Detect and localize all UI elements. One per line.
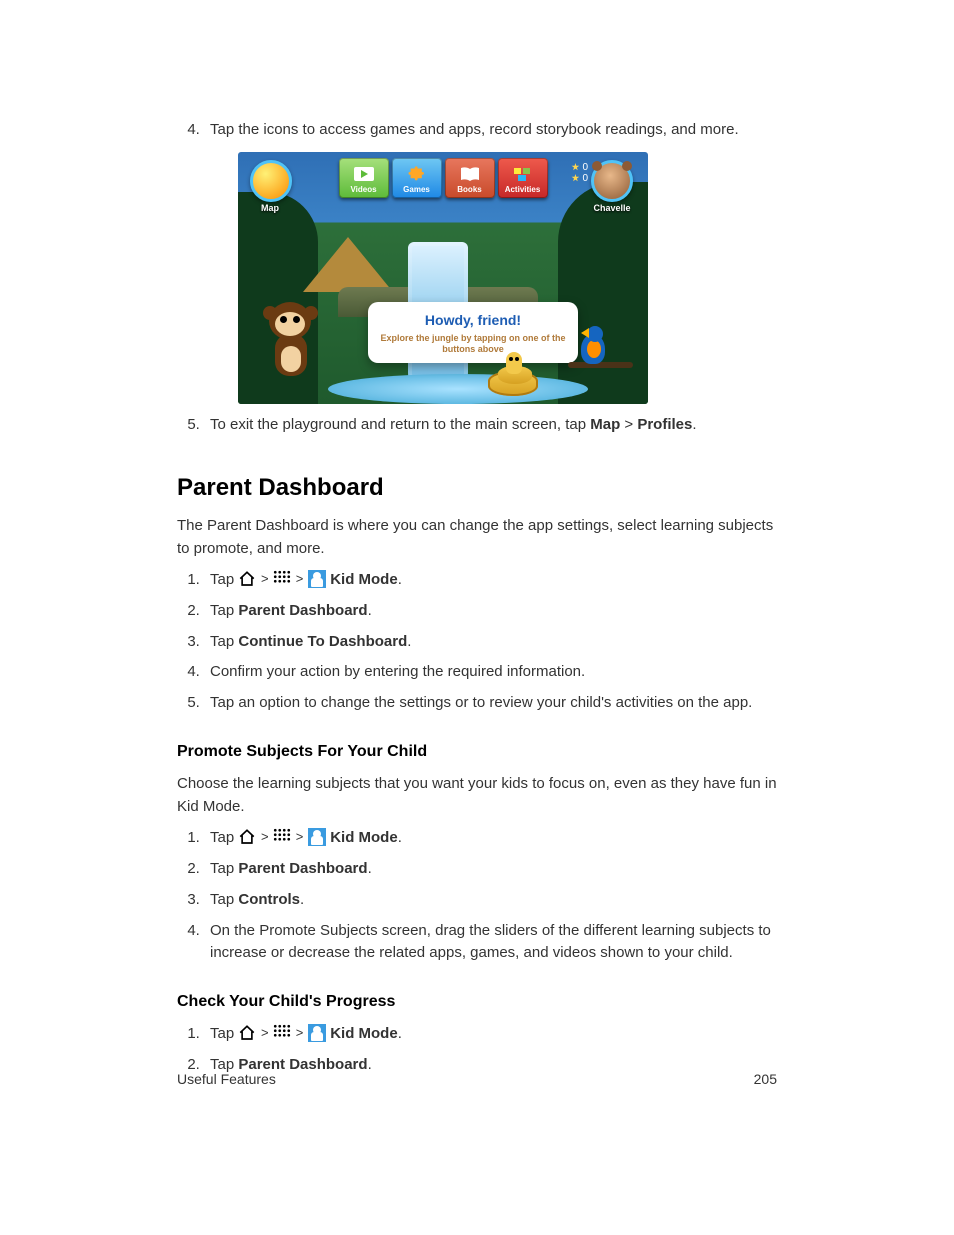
chevron-right-icon: >: [257, 829, 272, 844]
home-icon: [238, 570, 256, 588]
star-icon: [571, 163, 579, 171]
list-item: Tap the icons to access games and apps, …: [204, 119, 777, 404]
chevron-right-icon: >: [257, 571, 272, 586]
kidmode-icon: [308, 570, 326, 588]
list-item: Tap Parent Dashboard.: [204, 858, 777, 881]
profile-name: Chavelle: [588, 202, 636, 216]
page-content: Tap the icons to access games and apps, …: [87, 119, 867, 1076]
star-icon: [571, 174, 579, 182]
step-text: To exit the playground and return to the…: [210, 416, 590, 433]
snake-character: [488, 341, 538, 396]
step-text: Confirm your action by entering the requ…: [210, 663, 585, 680]
list-item: Tap an option to change the settings or …: [204, 692, 777, 715]
list-item: Confirm your action by entering the requ…: [204, 661, 777, 684]
blocks-icon: [511, 165, 535, 183]
tab-label: Activities: [505, 184, 541, 196]
kidmode-label: Kid Mode: [330, 571, 398, 588]
step-text: Tap an option to change the settings or …: [210, 694, 752, 711]
monkey-avatar-icon: [591, 160, 633, 202]
step-post: .: [398, 571, 402, 588]
profile-button[interactable]: Chavelle: [588, 160, 636, 216]
books-tab[interactable]: Books: [445, 158, 495, 198]
chevron-right-icon: >: [292, 1025, 307, 1040]
tap-label: Tap: [210, 829, 238, 846]
tap-label: Tap: [210, 1025, 238, 1042]
step-bold: Parent Dashboard: [238, 860, 367, 877]
tab-label: Games: [403, 184, 430, 196]
list-item: Tap > > Kid Mode.: [204, 827, 777, 850]
step-text: Tap: [210, 633, 238, 650]
footer-page: 205: [754, 1069, 777, 1090]
kidmode-label: Kid Mode: [330, 829, 398, 846]
promote-subjects-intro: Choose the learning subjects that you wa…: [177, 773, 777, 818]
kidmode-label: Kid Mode: [330, 1025, 398, 1042]
list-item: To exit the playground and return to the…: [204, 414, 777, 437]
separator: >: [620, 416, 637, 433]
step-post: .: [300, 891, 304, 908]
apps-grid-icon: [273, 570, 291, 588]
apps-grid-icon: [273, 1024, 291, 1042]
step-bold: Controls: [238, 891, 300, 908]
score-panel: 0 0: [571, 162, 588, 184]
promote-subjects-steps: Tap > > Kid Mode.Tap Parent Dashboard.Ta…: [177, 827, 777, 964]
videos-tab[interactable]: Videos: [339, 158, 389, 198]
step-post: .: [692, 416, 696, 433]
step-text: Tap: [210, 602, 238, 619]
list-item: Tap > > Kid Mode.: [204, 569, 777, 592]
parent-dashboard-steps: Tap > > Kid Mode.Tap Parent Dashboard.Ta…: [177, 569, 777, 715]
intro-steps-list: Tap the icons to access games and apps, …: [177, 119, 777, 436]
activities-tab[interactable]: Activities: [498, 158, 548, 198]
step-text: Tap the icons to access games and apps, …: [210, 121, 739, 138]
step-text: Tap: [210, 891, 238, 908]
tab-label: Books: [457, 184, 481, 196]
bubble-text: Explore the jungle by tapping on one of …: [378, 333, 568, 356]
tap-label: Tap: [210, 571, 238, 588]
book-icon: [458, 165, 482, 183]
promote-subjects-heading: Promote Subjects For Your Child: [177, 740, 777, 764]
chevron-right-icon: >: [257, 1025, 272, 1040]
list-item: Tap Parent Dashboard.: [204, 600, 777, 623]
games-tab[interactable]: Games: [392, 158, 442, 198]
parent-dashboard-intro: The Parent Dashboard is where you can ch…: [177, 515, 777, 560]
check-progress-steps: Tap > > Kid Mode.Tap Parent Dashboard.: [177, 1023, 777, 1076]
chevron-right-icon: >: [292, 829, 307, 844]
profiles-bold: Profiles: [637, 416, 692, 433]
check-progress-heading: Check Your Child's Progress: [177, 990, 777, 1014]
step-bold: Continue To Dashboard: [238, 633, 407, 650]
document-page: Tap the icons to access games and apps, …: [87, 0, 867, 1135]
list-item: Tap Controls.: [204, 889, 777, 912]
footer-section: Useful Features: [177, 1069, 276, 1090]
step-post: .: [368, 602, 372, 619]
map-label: Map: [250, 202, 290, 216]
home-icon: [238, 828, 256, 846]
step-text: On the Promote Subjects screen, drag the…: [210, 922, 771, 962]
welcome-bubble: Howdy, friend! Explore the jungle by tap…: [368, 302, 578, 364]
kidmode-icon: [308, 828, 326, 846]
step-text: Tap: [210, 860, 238, 877]
chevron-right-icon: >: [292, 571, 307, 586]
tab-label: Videos: [350, 184, 376, 196]
apps-grid-icon: [273, 828, 291, 846]
step-bold: Parent Dashboard: [238, 602, 367, 619]
map-bold: Map: [590, 416, 620, 433]
list-item: Tap Continue To Dashboard.: [204, 631, 777, 654]
home-icon: [238, 1024, 256, 1042]
step-post: .: [407, 633, 411, 650]
parent-dashboard-heading: Parent Dashboard: [177, 470, 777, 506]
step-post: .: [368, 860, 372, 877]
step-post: .: [398, 829, 402, 846]
page-footer: Useful Features 205: [177, 1069, 777, 1090]
list-item: On the Promote Subjects screen, drag the…: [204, 920, 777, 965]
kidmode-screenshot: Map Videos Games Books: [238, 152, 648, 404]
monkey-character: [253, 294, 328, 389]
step-post: .: [398, 1025, 402, 1042]
play-icon: [352, 165, 376, 183]
parrot-character: [573, 316, 613, 364]
list-item: Tap > > Kid Mode.: [204, 1023, 777, 1046]
bubble-title: Howdy, friend!: [378, 310, 568, 331]
puzzle-icon: [405, 165, 429, 183]
kidmode-icon: [308, 1024, 326, 1042]
